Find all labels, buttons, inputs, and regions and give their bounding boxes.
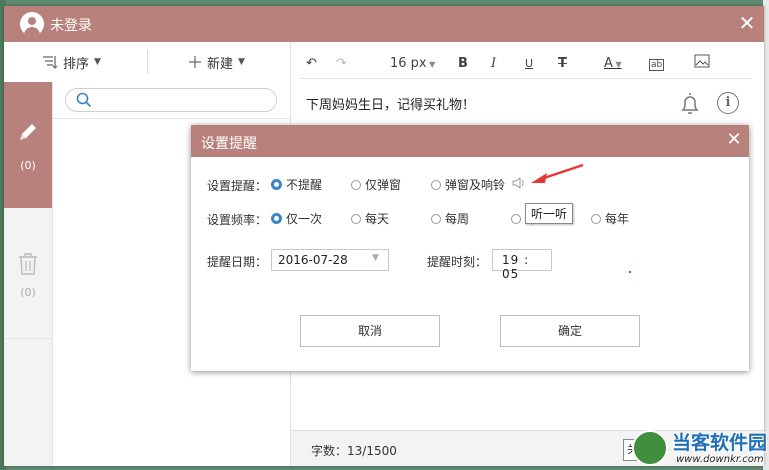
trash-icon [19, 253, 37, 275]
remind-option-label: 不提醒 [286, 178, 323, 192]
list-toolbar: 排序 ▼ 新建 ▼ [4, 42, 290, 83]
cancel-button[interactable]: 取消 [300, 315, 440, 347]
freq-option-yearly[interactable]: 每年 [591, 210, 629, 227]
chevron-down-icon: ▼ [372, 253, 379, 263]
trash-count: (0) [20, 286, 36, 299]
note-content[interactable]: 下周妈妈生日，记得买礼物！ [306, 94, 475, 113]
search-input[interactable] [65, 88, 277, 112]
speaker-icon[interactable] [511, 176, 527, 190]
dialog-title-bar: 设置提醒 ✕ [191, 125, 749, 157]
watermark: 当客软件园 www.downkr.com [632, 426, 769, 470]
undo-icon[interactable]: ↶ [306, 54, 317, 74]
bold-button[interactable]: B [458, 54, 468, 74]
search-icon [76, 92, 92, 108]
redo-icon[interactable]: ↷ [336, 54, 347, 74]
watermark-url: www.downkr.com [676, 454, 764, 465]
notes-count: (0) [20, 159, 36, 172]
radio-icon [351, 213, 361, 224]
time-label: 提醒时刻： [427, 255, 488, 269]
freq-option-weekly[interactable]: 每周 [431, 210, 469, 227]
chevron-down-icon: ▼ [94, 57, 101, 67]
date-value: 2016-07-28 [278, 253, 348, 267]
bell-icon[interactable] [679, 92, 701, 116]
time-input[interactable]: 19 : 05 [492, 249, 552, 281]
list-divider [53, 118, 290, 119]
remind-option-label: 仅弹窗 [365, 178, 402, 192]
radio-icon [431, 213, 441, 224]
sort-label: 排序 [63, 56, 90, 72]
close-icon[interactable]: ✕ [736, 12, 758, 34]
freq-option-label: 每周 [445, 212, 470, 226]
time-value: 19 : 05 [502, 253, 530, 281]
notes-category[interactable]: (0) [4, 82, 52, 208]
info-icon[interactable]: i [717, 92, 739, 114]
new-note-button[interactable]: 新建 ▼ [188, 52, 245, 72]
code-button[interactable]: ab [649, 59, 665, 71]
radio-icon [431, 179, 441, 190]
sort-button[interactable]: 排序 ▼ [42, 52, 101, 72]
font-color-button[interactable]: A ▼ [604, 54, 622, 74]
remind-option-label: 弹窗及响铃 [445, 178, 506, 192]
radio-icon [511, 213, 521, 224]
remind-option-none[interactable]: 不提醒 [271, 176, 322, 193]
plus-icon [189, 56, 201, 68]
date-label: 提醒日期： [207, 255, 268, 269]
radio-icon [591, 213, 601, 224]
trash-category[interactable]: (0) [4, 208, 52, 339]
user-avatar-icon[interactable] [20, 12, 44, 36]
chevron-down-icon: ▼ [238, 57, 245, 67]
sort-icon [43, 56, 58, 69]
radio-selected-icon [271, 213, 282, 224]
freq-option-daily[interactable]: 每天 [351, 210, 389, 227]
remind-label: 设置提醒： [207, 179, 268, 193]
image-icon[interactable] [694, 54, 710, 74]
toolbar-divider [147, 50, 148, 74]
strikethrough-button[interactable]: T [558, 54, 567, 74]
login-status[interactable]: 未登录 [50, 15, 92, 35]
editor-toolbar: ↶ ↷ 16 px ▼ B I U T A ▼ ab [300, 50, 752, 79]
annotation-arrow [531, 163, 584, 183]
category-rail: (0) (0) [4, 82, 53, 466]
watermark-title: 当客软件园 [672, 432, 768, 454]
frequency-label: 设置频率： [207, 213, 268, 227]
remind-option-popup-sound[interactable]: 弹窗及响铃 [431, 176, 505, 193]
pencil-icon [20, 124, 36, 140]
font-size-value: 16 px [390, 56, 427, 71]
word-count: 字数：13/1500 [311, 444, 397, 458]
watermark-logo-icon [632, 430, 668, 466]
reminder-dialog: 设置提醒 ✕ 设置提醒： 不提醒 仅弹窗 弹窗及响铃 设置频率： 仅一次 每天 … [191, 125, 749, 371]
new-note-label: 新建 [207, 56, 234, 72]
freq-option-label: 每年 [605, 212, 630, 226]
freq-option-once[interactable]: 仅一次 [271, 210, 322, 227]
underline-button[interactable]: U [525, 54, 533, 74]
annotation-dot [629, 271, 631, 273]
radio-icon [351, 179, 361, 190]
dialog-title: 设置提醒 [201, 136, 257, 152]
italic-button[interactable]: I [491, 54, 496, 74]
tooltip: 听一听 [525, 203, 574, 224]
font-color-label: A [604, 56, 613, 71]
radio-selected-icon [271, 179, 282, 190]
date-picker[interactable]: 2016-07-28 ▼ [271, 249, 389, 271]
confirm-button[interactable]: 确定 [500, 315, 640, 347]
remind-option-popup[interactable]: 仅弹窗 [351, 176, 401, 193]
freq-option-label: 仅一次 [286, 212, 323, 226]
dialog-close-icon[interactable]: ✕ [723, 129, 745, 151]
freq-option-label: 每天 [365, 212, 390, 226]
title-bar: 未登录 ✕ [4, 6, 764, 42]
font-size-select[interactable]: 16 px ▼ [390, 54, 435, 74]
